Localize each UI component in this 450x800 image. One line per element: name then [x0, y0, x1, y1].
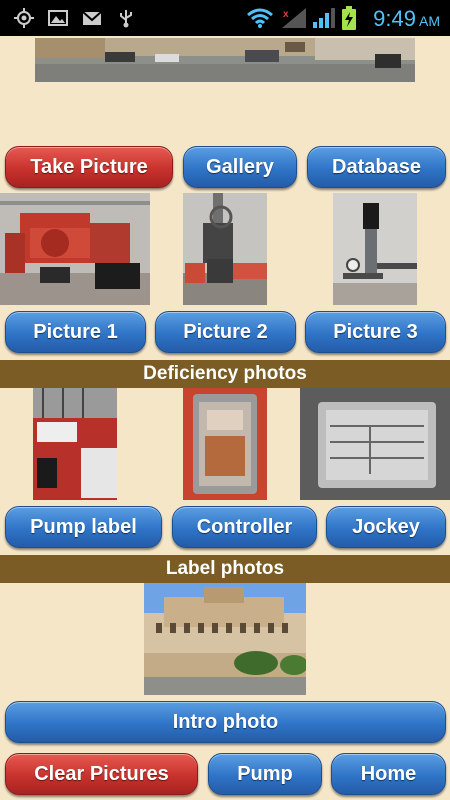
- intro-photo-button[interactable]: Intro photo: [5, 701, 446, 743]
- controller-thumbnail[interactable]: [183, 388, 267, 500]
- mail-icon: [82, 11, 102, 25]
- picture-3-button[interactable]: Picture 3: [305, 311, 446, 353]
- take-picture-button[interactable]: Take Picture: [5, 146, 173, 188]
- jockey-button[interactable]: Jockey: [326, 506, 446, 548]
- picture-3-thumbnail[interactable]: [333, 193, 417, 305]
- pump-button[interactable]: Pump: [208, 753, 322, 795]
- battery-icon: [342, 6, 356, 30]
- pump-label-thumbnail[interactable]: [33, 388, 117, 500]
- controller-button[interactable]: Controller: [172, 506, 317, 548]
- intro-photo-thumbnail[interactable]: [144, 583, 306, 695]
- no-signal-icon: x: [282, 8, 306, 28]
- header-photo: [35, 38, 415, 82]
- usb-icon: [120, 10, 132, 28]
- database-button[interactable]: Database: [307, 146, 446, 188]
- picture-1-button[interactable]: Picture 1: [5, 311, 146, 353]
- gallery-button[interactable]: Gallery: [183, 146, 297, 188]
- picture-1-thumbnail[interactable]: [0, 193, 150, 305]
- label-photos-header: Label photos: [0, 555, 450, 583]
- pump-label-button[interactable]: Pump label: [5, 506, 162, 548]
- jockey-thumbnail[interactable]: [300, 388, 450, 500]
- clock: 9:49 AM: [373, 6, 440, 32]
- clock-ampm: AM: [419, 13, 440, 29]
- clear-pictures-button[interactable]: Clear Pictures: [5, 753, 198, 795]
- deficiency-photos-header: Deficiency photos: [0, 360, 450, 388]
- picture-2-button[interactable]: Picture 2: [155, 311, 296, 353]
- gps-icon: [14, 8, 34, 28]
- signal-icon: [313, 8, 335, 28]
- wifi-icon: [247, 8, 273, 28]
- status-bar: x 9:49 AM: [0, 0, 450, 36]
- clock-time: 9:49: [373, 6, 416, 31]
- svg-text:x: x: [283, 9, 289, 20]
- image-icon: [48, 10, 68, 26]
- home-button[interactable]: Home: [331, 753, 446, 795]
- picture-2-thumbnail[interactable]: [183, 193, 267, 305]
